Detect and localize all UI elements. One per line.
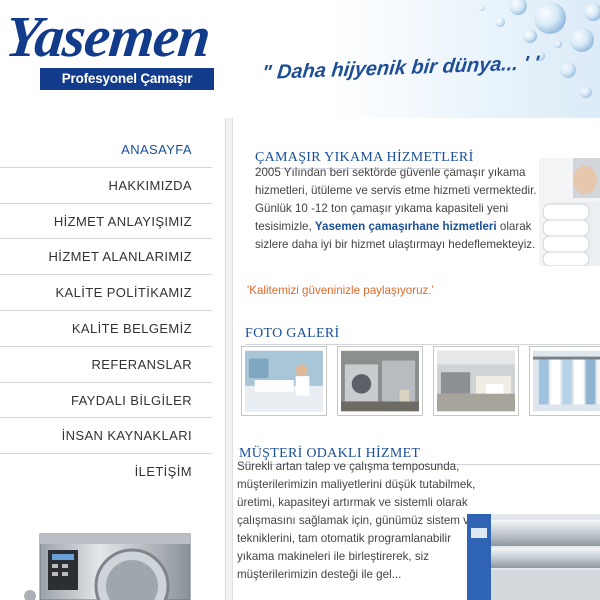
services-highlight: Yasemen çamaşırhane hizmetleri (314, 220, 497, 233)
nav-item-insan-kaynaklari[interactable]: İNSAN KAYNAKLARI (0, 418, 212, 455)
gallery-thumb[interactable] (241, 346, 327, 416)
industrial-laundry-hall-photo (437, 350, 515, 412)
main-menu: ANASAYFA HAKKIMIZDA HİZMET ANLAYIŞIMIZ H… (0, 132, 212, 490)
garment-rack-photo (533, 350, 600, 412)
nav-item-referanslar[interactable]: REFERANSLAR (0, 347, 212, 383)
nav-item-anasayfa[interactable]: ANASAYFA (0, 132, 212, 168)
site-logo[interactable]: Yasemen Profesyonel Çamaşır Yıkama (2, 4, 214, 108)
nav-item-iletisim[interactable]: İLETİŞİM (0, 454, 212, 490)
gallery-title[interactable]: FOTO GALERİ (245, 326, 339, 342)
nav-item-faydali-bilgiler[interactable]: FAYDALI BİLGİLER (0, 383, 212, 419)
photo-gallery (241, 346, 600, 418)
main-content: ÇAMAŞIR YIKAMA HİZMETLERİ 2005 Yılından … (232, 118, 600, 600)
nav-item-kalite-politikamiz[interactable]: KALİTE POLİTİKAMIZ (0, 275, 212, 311)
nav-item-hizmet-anlayisimiz[interactable]: HİZMET ANLAYIŞIMIZ (0, 204, 212, 240)
nav-item-kalite-belgemiz[interactable]: KALİTE BELGEMİZ (0, 311, 212, 347)
sidebar: ANASAYFA HAKKIMIZDA HİZMET ANLAYIŞIMIZ H… (0, 118, 226, 600)
gallery-thumb[interactable] (433, 346, 519, 416)
nav-item-hakkimizda[interactable]: HAKKIMIZDA (0, 168, 212, 204)
logo-tagline: Profesyonel Çamaşır Yıkama (40, 68, 214, 108)
laundry-folding-photo (245, 350, 323, 412)
washing-machines-photo (341, 350, 419, 412)
washing-machine-image (24, 533, 191, 600)
gallery-thumb[interactable] (337, 346, 423, 416)
towels-photo (539, 158, 600, 266)
services-paragraph: 2005 Yılından beri sektörde güvenle çama… (255, 164, 537, 254)
logo-wordmark: Yasemen (2, 4, 214, 69)
gallery-thumb[interactable] (529, 346, 600, 416)
quality-quote: 'Kalitemizi güveninizle paylaşıyoruz.' (247, 284, 434, 297)
customer-focus-paragraph: Sürekli artan talep ve çalışma temposund… (237, 460, 476, 581)
title-divider (245, 344, 600, 345)
nav-item-hizmet-alanlarimiz[interactable]: HİZMET ALANLARIMIZ (0, 239, 212, 276)
site-header: Yasemen Profesyonel Çamaşır Yıkama " Dah… (0, 0, 600, 118)
flatwork-ironer-image (467, 514, 600, 600)
